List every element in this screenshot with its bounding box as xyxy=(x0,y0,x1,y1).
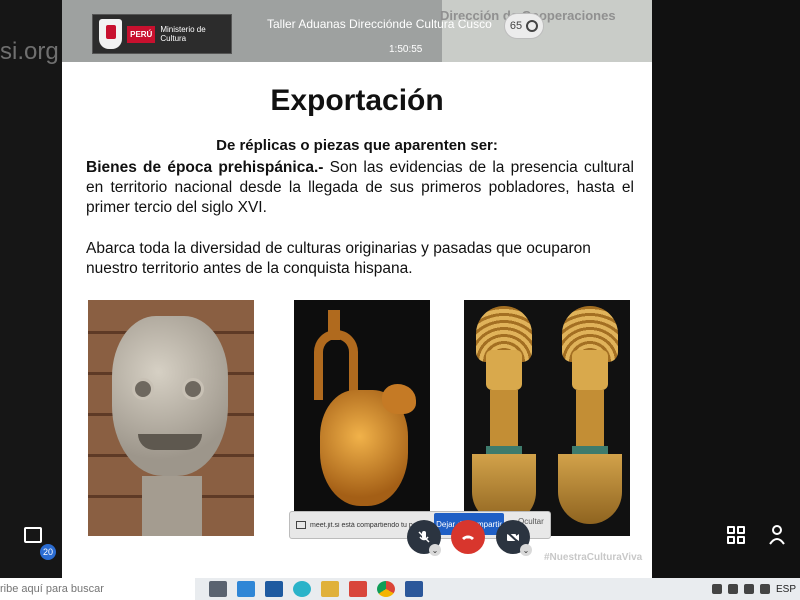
stone-neck xyxy=(142,476,202,536)
tile-view-icon[interactable] xyxy=(727,526,745,544)
network-icon[interactable] xyxy=(727,584,738,594)
stone-eye xyxy=(182,378,204,400)
coat-of-arms-icon xyxy=(99,19,123,49)
volume-icon[interactable] xyxy=(743,584,754,594)
tray-chevron-icon[interactable] xyxy=(711,584,722,594)
taskbar-apps xyxy=(209,581,423,597)
right-background: HD xyxy=(652,0,800,578)
slide-title: Exportación xyxy=(270,84,444,117)
left-background: si.org xyxy=(0,0,62,578)
tumi-knife xyxy=(556,306,624,530)
participants-count: 65 xyxy=(509,20,523,32)
tumi-face xyxy=(486,350,522,390)
vessel-bird xyxy=(382,384,416,414)
slide-header: PERÚ Ministerio de Cultura Dirección de … xyxy=(62,0,652,62)
meeting-timer: 1:50:55 xyxy=(389,44,423,55)
word-icon[interactable] xyxy=(405,581,423,597)
stone-head-shape xyxy=(112,316,228,476)
participants-panel-icon[interactable] xyxy=(769,525,785,545)
camera-off-icon xyxy=(506,531,520,544)
tumi-body xyxy=(576,390,604,446)
slide-paragraph-2: Abarca toda la diversidad de culturas or… xyxy=(86,240,591,277)
screen-share-icon xyxy=(296,521,306,529)
background-site-text: si.org xyxy=(0,38,59,65)
taskbar-search[interactable] xyxy=(0,578,195,600)
task-view-icon[interactable] xyxy=(209,581,227,597)
stone-mouth xyxy=(138,434,202,450)
edge-browser-icon[interactable] xyxy=(293,581,311,597)
chrome-browser-icon[interactable] xyxy=(377,581,395,597)
slide-heading: De réplicas o piezas que aparenten ser: xyxy=(216,137,498,154)
windows-taskbar: ESP xyxy=(0,578,800,600)
tumi-blade xyxy=(558,454,622,524)
tumi-body xyxy=(490,390,518,446)
shared-screen: PERÚ Ministerio de Cultura Dirección de … xyxy=(62,0,652,578)
stone-head-image xyxy=(88,300,254,536)
logo-country: PERÚ xyxy=(127,25,156,43)
slide-hashtag: #NuestraCulturaViva xyxy=(544,552,643,563)
tumi-face xyxy=(572,350,608,390)
slide-paragraph-lead: Bienes de época prehispánica.- xyxy=(86,159,324,176)
taskbar-search-input[interactable] xyxy=(0,583,190,595)
participants-icon xyxy=(526,20,539,32)
system-tray: ESP xyxy=(711,578,796,600)
slide-paragraph: Bienes de época prehispánica.- Son las e… xyxy=(86,158,634,218)
tumi-knife xyxy=(470,306,538,530)
slide-content: Exportación De réplicas o piezas que apa… xyxy=(62,62,652,578)
microphone-muted-icon xyxy=(418,531,430,543)
language-indicator[interactable]: ESP xyxy=(776,584,796,595)
stone-eye xyxy=(132,378,154,400)
hang-up-icon xyxy=(462,535,474,540)
file-explorer-icon[interactable] xyxy=(321,581,339,597)
participants-count-button[interactable]: 65 xyxy=(504,13,544,39)
camera-options-chevron[interactable]: ⌄ xyxy=(520,544,532,556)
tumi-band xyxy=(486,446,522,454)
chat-unread-badge: 20 xyxy=(40,544,56,560)
end-call-button[interactable] xyxy=(451,520,485,554)
app-icon[interactable] xyxy=(265,581,283,597)
meeting-title: Taller Aduanas Direcciónde Cultura Cusco xyxy=(267,17,492,31)
app-icon[interactable] xyxy=(349,581,367,597)
tumi-knives-image xyxy=(464,300,630,536)
microphone-options-chevron[interactable]: ⌄ xyxy=(429,544,441,556)
logo-ministry: Ministerio de Cultura xyxy=(160,25,206,43)
ministry-logo: PERÚ Ministerio de Cultura xyxy=(92,14,232,54)
battery-icon[interactable] xyxy=(759,584,770,594)
mail-icon[interactable] xyxy=(237,581,255,597)
gold-vessel-image xyxy=(294,300,430,536)
chat-icon[interactable] xyxy=(24,527,42,543)
screen-area: si.org HD PERÚ Ministerio de Cultura Dir… xyxy=(0,0,800,578)
tumi-band xyxy=(572,446,608,454)
